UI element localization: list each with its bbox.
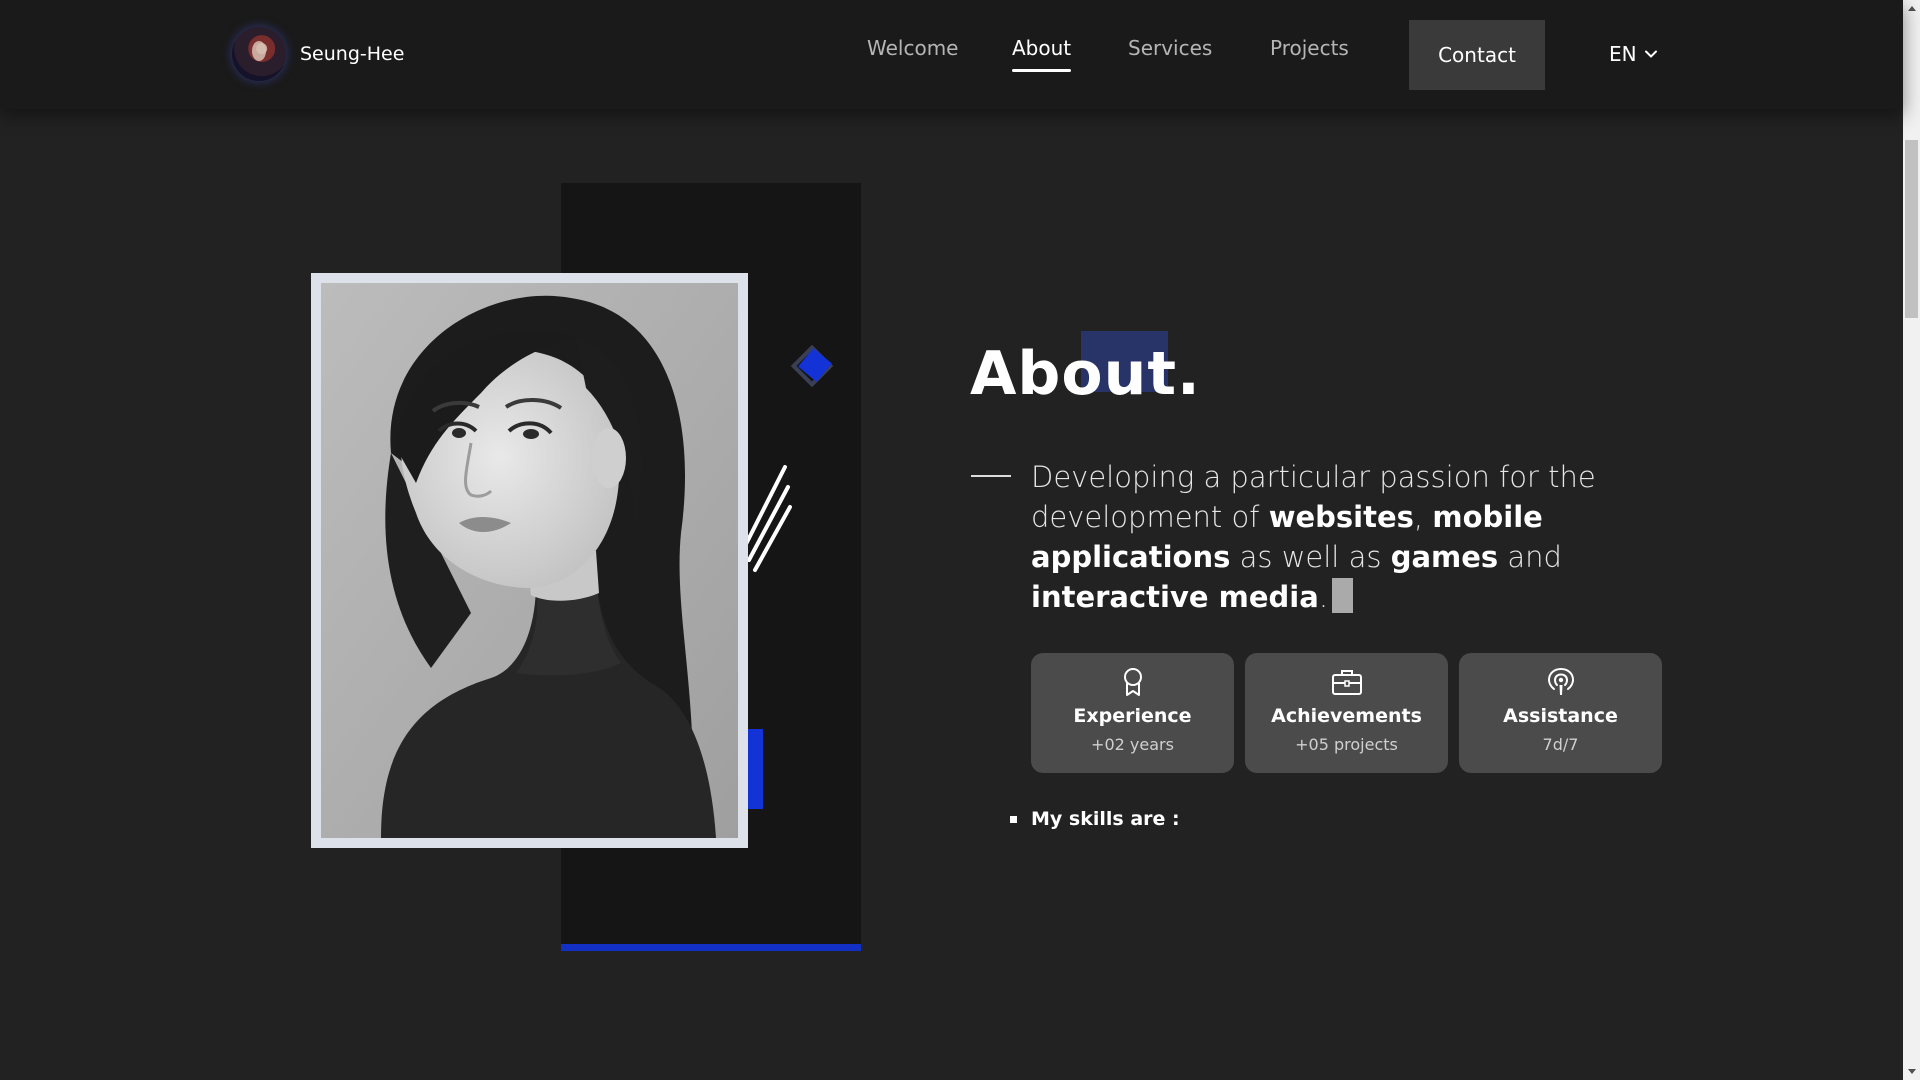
language-selector[interactable]: EN xyxy=(1609,42,1657,66)
card-subtitle: 7d/7 xyxy=(1542,735,1579,754)
card-title: Achievements xyxy=(1271,705,1422,727)
intro-text-part: as well as xyxy=(1230,540,1391,574)
arrow-up-icon xyxy=(1907,6,1916,11)
brand[interactable]: Seung-Hee xyxy=(232,26,404,82)
nav-item-welcome[interactable]: Welcome xyxy=(867,36,958,60)
intro-bold-interactive-media: interactive media xyxy=(1031,580,1319,614)
intro-text-part: and xyxy=(1498,540,1562,574)
nav-item-services[interactable]: Services xyxy=(1128,36,1212,60)
card-experience[interactable]: Experience +02 years xyxy=(1031,653,1234,773)
typing-cursor xyxy=(1332,578,1354,613)
stats-cards: Experience +02 years Achievements +05 pr… xyxy=(1031,653,1662,773)
scroll-up-button[interactable] xyxy=(1903,0,1920,17)
portrait-frame xyxy=(311,273,748,848)
intro-bold-websites: websites xyxy=(1268,500,1414,534)
card-assistance[interactable]: Assistance 7d/7 xyxy=(1459,653,1662,773)
card-achievements[interactable]: Achievements +05 projects xyxy=(1245,653,1448,773)
portrait-photo xyxy=(321,283,738,838)
card-title: Assistance xyxy=(1503,705,1618,727)
card-subtitle: +02 years xyxy=(1091,735,1174,754)
podcast-icon xyxy=(1547,667,1574,695)
nav-item-about[interactable]: About xyxy=(1012,36,1072,72)
scrollbar-thumb[interactable] xyxy=(1905,140,1918,318)
vertical-scrollbar[interactable] xyxy=(1903,0,1920,1080)
diamond-icon xyxy=(790,344,834,388)
scroll-down-button[interactable] xyxy=(1903,1063,1920,1080)
award-ribbon-icon xyxy=(1123,668,1142,696)
page: Seung-Hee Welcome About Services Project… xyxy=(0,0,1920,1080)
intro-text: Developing a particular passion for the … xyxy=(1031,457,1671,617)
skills-heading: My skills are : xyxy=(1010,808,1180,830)
site-header: Seung-Hee Welcome About Services Project… xyxy=(0,0,1903,109)
briefcase-icon xyxy=(1331,670,1362,695)
page-title: About. xyxy=(970,339,1201,409)
intro-dash xyxy=(971,475,1011,477)
brand-name: Seung-Hee xyxy=(300,43,405,65)
language-label: EN xyxy=(1609,42,1637,66)
intro-text-part: , xyxy=(1413,500,1433,534)
decorative-blue-bar xyxy=(561,944,861,951)
avatar xyxy=(232,27,286,81)
contact-button[interactable]: Contact xyxy=(1409,20,1545,90)
intro-bold-games: games xyxy=(1390,540,1499,574)
bullet-square-icon xyxy=(1010,815,1017,823)
skills-label: My skills are : xyxy=(1031,808,1180,830)
arrow-down-icon xyxy=(1907,1069,1916,1074)
nav-item-projects[interactable]: Projects xyxy=(1270,36,1349,60)
intro-text-part: . xyxy=(1318,580,1329,614)
chevron-down-icon xyxy=(1644,50,1657,58)
card-subtitle: +05 projects xyxy=(1295,735,1398,754)
card-title: Experience xyxy=(1073,705,1192,727)
